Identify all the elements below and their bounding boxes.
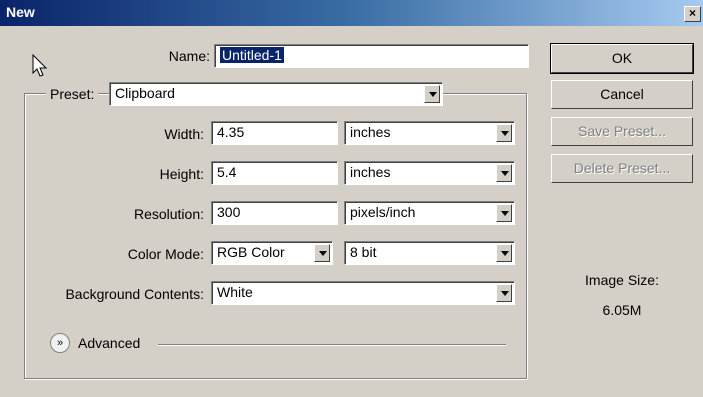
preset-select[interactable]: Clipboard <box>109 82 443 106</box>
save-preset-button[interactable]: Save Preset... <box>551 117 693 146</box>
resolution-unit-value: pixels/inch <box>350 204 416 220</box>
background-contents-label: Background Contents: <box>65 286 204 302</box>
mouse-cursor-icon <box>32 54 48 77</box>
chevron-down-icon[interactable] <box>314 244 330 262</box>
cancel-button[interactable]: Cancel <box>551 80 693 109</box>
width-unit-value: inches <box>350 124 391 140</box>
color-mode-label: Color Mode: <box>127 246 204 262</box>
width-unit-select[interactable]: inches <box>344 121 515 145</box>
color-mode-value: RGB Color <box>217 244 285 260</box>
ok-button[interactable]: OK <box>550 43 694 74</box>
width-input[interactable]: 4.35 <box>211 121 338 145</box>
chevron-double-down-icon: » <box>56 337 64 349</box>
chevron-down-icon[interactable] <box>424 85 440 103</box>
resolution-input[interactable]: 300 <box>211 201 338 225</box>
image-size-value: 6.05M <box>602 302 642 318</box>
name-input[interactable]: Untitled-1 <box>214 44 529 68</box>
height-unit-select[interactable]: inches <box>344 161 515 185</box>
height-unit-value: inches <box>350 164 391 180</box>
background-contents-value: White <box>217 284 253 300</box>
bit-depth-select[interactable]: 8 bit <box>344 241 515 265</box>
resolution-unit-select[interactable]: pixels/inch <box>344 201 515 225</box>
window-title: New <box>6 4 35 20</box>
preset-value: Clipboard <box>115 85 175 101</box>
name-label: Name: <box>168 48 210 64</box>
bit-depth-value: 8 bit <box>350 244 377 260</box>
background-contents-select[interactable]: White <box>211 281 515 305</box>
advanced-toggle[interactable]: » <box>50 333 70 353</box>
advanced-divider <box>158 344 506 346</box>
advanced-label: Advanced <box>78 335 141 351</box>
chevron-down-icon[interactable] <box>496 164 512 182</box>
chevron-down-icon[interactable] <box>496 124 512 142</box>
delete-preset-button[interactable]: Delete Preset... <box>551 154 693 183</box>
chevron-down-icon[interactable] <box>496 244 512 262</box>
resolution-label: Resolution: <box>133 206 204 222</box>
close-icon[interactable]: × <box>684 6 701 22</box>
title-bar[interactable]: New × <box>0 0 703 26</box>
name-value: Untitled-1 <box>220 47 284 63</box>
chevron-down-icon[interactable] <box>496 284 512 302</box>
image-size-label: Image Size: <box>585 272 659 288</box>
height-label: Height: <box>159 166 204 182</box>
height-input[interactable]: 5.4 <box>211 161 338 185</box>
color-mode-select[interactable]: RGB Color <box>211 241 333 265</box>
width-label: Width: <box>164 126 204 142</box>
chevron-down-icon[interactable] <box>496 204 512 222</box>
preset-label: Preset: <box>46 86 99 102</box>
